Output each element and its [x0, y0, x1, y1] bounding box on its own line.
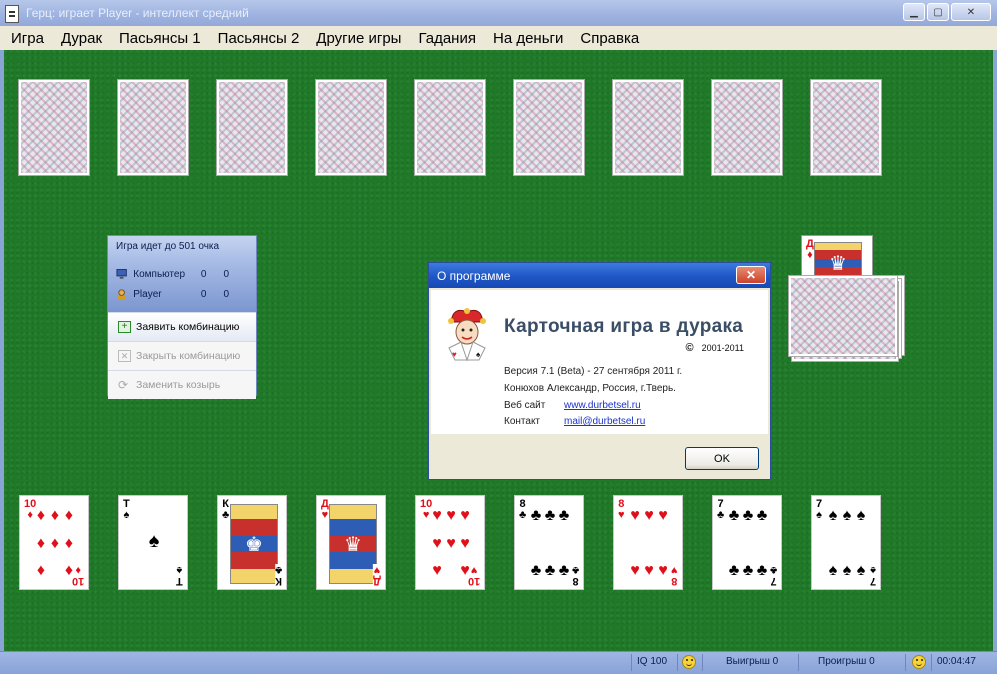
- add-icon: +: [118, 321, 131, 333]
- menu-durak[interactable]: Дурак: [61, 30, 102, 47]
- player-name: Компьютер: [133, 269, 186, 280]
- hand-card[interactable]: 10 ♥ ♥ ♥ ♥ ♥ ♥ ♥ ♥ ♥ 10 ♥: [415, 495, 485, 590]
- close-combination-icon: ✕: [118, 350, 131, 362]
- king-portrait: ♚: [230, 504, 278, 584]
- menu-fortune[interactable]: Гадания: [418, 30, 476, 47]
- ok-button[interactable]: OK: [685, 447, 759, 470]
- menu-solitaire-1[interactable]: Пасьянсы 1: [119, 30, 201, 47]
- player-score: 0: [223, 269, 230, 280]
- menu-bar: Игра Дурак Пасьянсы 1 Пасьянсы 2 Другие …: [0, 26, 997, 50]
- contact-label: Контакт: [504, 416, 541, 427]
- queen-portrait: ♛: [329, 504, 377, 584]
- hand-card[interactable]: 7 ♠ ♠ ♠ ♠ ♠ ♠ ♠ 7 ♠: [811, 495, 881, 590]
- wins-status: Выигрыш 0: [726, 656, 779, 667]
- trump-card: Д ♦ ♛: [801, 235, 873, 282]
- hand-card[interactable]: К ♣ ♚ К ♣: [217, 495, 287, 590]
- player-name: Player: [133, 289, 162, 300]
- dialog-title: О программе: [437, 269, 511, 283]
- title-bar: Герц: играет Player - интеллект средний …: [0, 0, 997, 26]
- status-bar: IQ 100 Выигрыш 0 Проигрыш 0 00:04:47: [0, 651, 997, 674]
- window-title: Герц: играет Player - интеллект средний: [26, 6, 249, 20]
- opponent-card: [216, 79, 288, 176]
- swap-trump-button[interactable]: ⟳ Заменить козырь: [108, 370, 256, 399]
- smiley-icon: [682, 655, 696, 669]
- copyright: © 2001-2011: [685, 342, 744, 354]
- menu-solitaire-2[interactable]: Пасьянсы 2: [218, 30, 300, 47]
- menu-other-games[interactable]: Другие игры: [316, 30, 401, 47]
- score-panel: Игра идет до 501 очка Компьютер 0 0 Play…: [107, 235, 257, 399]
- dialog-heading: Карточная игра в дурака: [504, 316, 744, 337]
- opponent-card: [414, 79, 486, 176]
- score-panel-header: Игра идет до 501 очка: [108, 236, 256, 260]
- author-text: Конюхов Александр, Россия, г.Тверь.: [504, 383, 676, 394]
- website-link[interactable]: www.durbetsel.ru: [564, 400, 641, 411]
- losses-status: Проигрыш 0: [818, 656, 875, 667]
- opponent-card: [612, 79, 684, 176]
- version-text: Версия 7.1 (Beta) - 27 сентября 2011 г.: [504, 366, 683, 377]
- hand-card[interactable]: 8 ♥ ♥ ♥ ♥ ♥ ♥ ♥ 8 ♥: [613, 495, 683, 590]
- declare-combination-button[interactable]: + Заявить комбинацию: [108, 312, 256, 341]
- opponent-card: [315, 79, 387, 176]
- opponent-card: [18, 79, 90, 176]
- hand-card[interactable]: 10 ♦ ♦ ♦ ♦ ♦ ♦ ♦ ♦ ♦ 10 ♦: [19, 495, 89, 590]
- opponent-card: [513, 79, 585, 176]
- about-dialog: О программе ✕ ♥ ♠ Карточная игра в дурака…: [428, 262, 771, 480]
- hand-card[interactable]: Д ♥ ♛ Д ♥: [316, 495, 386, 590]
- computer-icon: [116, 269, 127, 279]
- maximize-button[interactable]: ▢: [927, 3, 949, 21]
- user-icon: [117, 289, 126, 300]
- player-score: 0: [200, 289, 207, 300]
- hand-card[interactable]: Т ♠ ♠ Т ♠: [118, 495, 188, 590]
- opponent-card: [810, 79, 882, 176]
- deck[interactable]: [788, 275, 898, 357]
- menu-game[interactable]: Игра: [11, 30, 44, 47]
- player-score: 0: [223, 289, 230, 300]
- close-combination-button[interactable]: ✕ Закрыть комбинацию: [108, 341, 256, 370]
- website-label: Веб сайт: [504, 400, 546, 411]
- contact-link[interactable]: mail@durbetsel.ru: [564, 416, 645, 427]
- hand-card[interactable]: 8 ♣ ♣ ♣ ♣ ♣ ♣ ♣ 8 ♣: [514, 495, 584, 590]
- hand-card[interactable]: 7 ♣ ♣ ♣ ♣ ♣ ♣ ♣ 7 ♣: [712, 495, 782, 590]
- close-button[interactable]: ✕: [951, 3, 991, 21]
- app-icon[interactable]: [5, 5, 19, 23]
- menu-help[interactable]: Справка: [580, 30, 639, 47]
- iq-status: IQ 100: [637, 656, 668, 667]
- opponent-card: [117, 79, 189, 176]
- player-score: 0: [200, 269, 207, 280]
- svg-text:♥: ♥: [452, 350, 457, 359]
- minimize-button[interactable]: ▁: [903, 3, 925, 21]
- smiley-icon: [912, 655, 926, 669]
- jester-logo-icon: ♥ ♠: [448, 308, 486, 362]
- dialog-close-button[interactable]: ✕: [736, 266, 766, 284]
- timer: 00:04:47: [937, 656, 976, 667]
- menu-money[interactable]: На деньги: [493, 30, 563, 47]
- swap-icon: ⟳: [118, 378, 129, 392]
- opponent-card: [711, 79, 783, 176]
